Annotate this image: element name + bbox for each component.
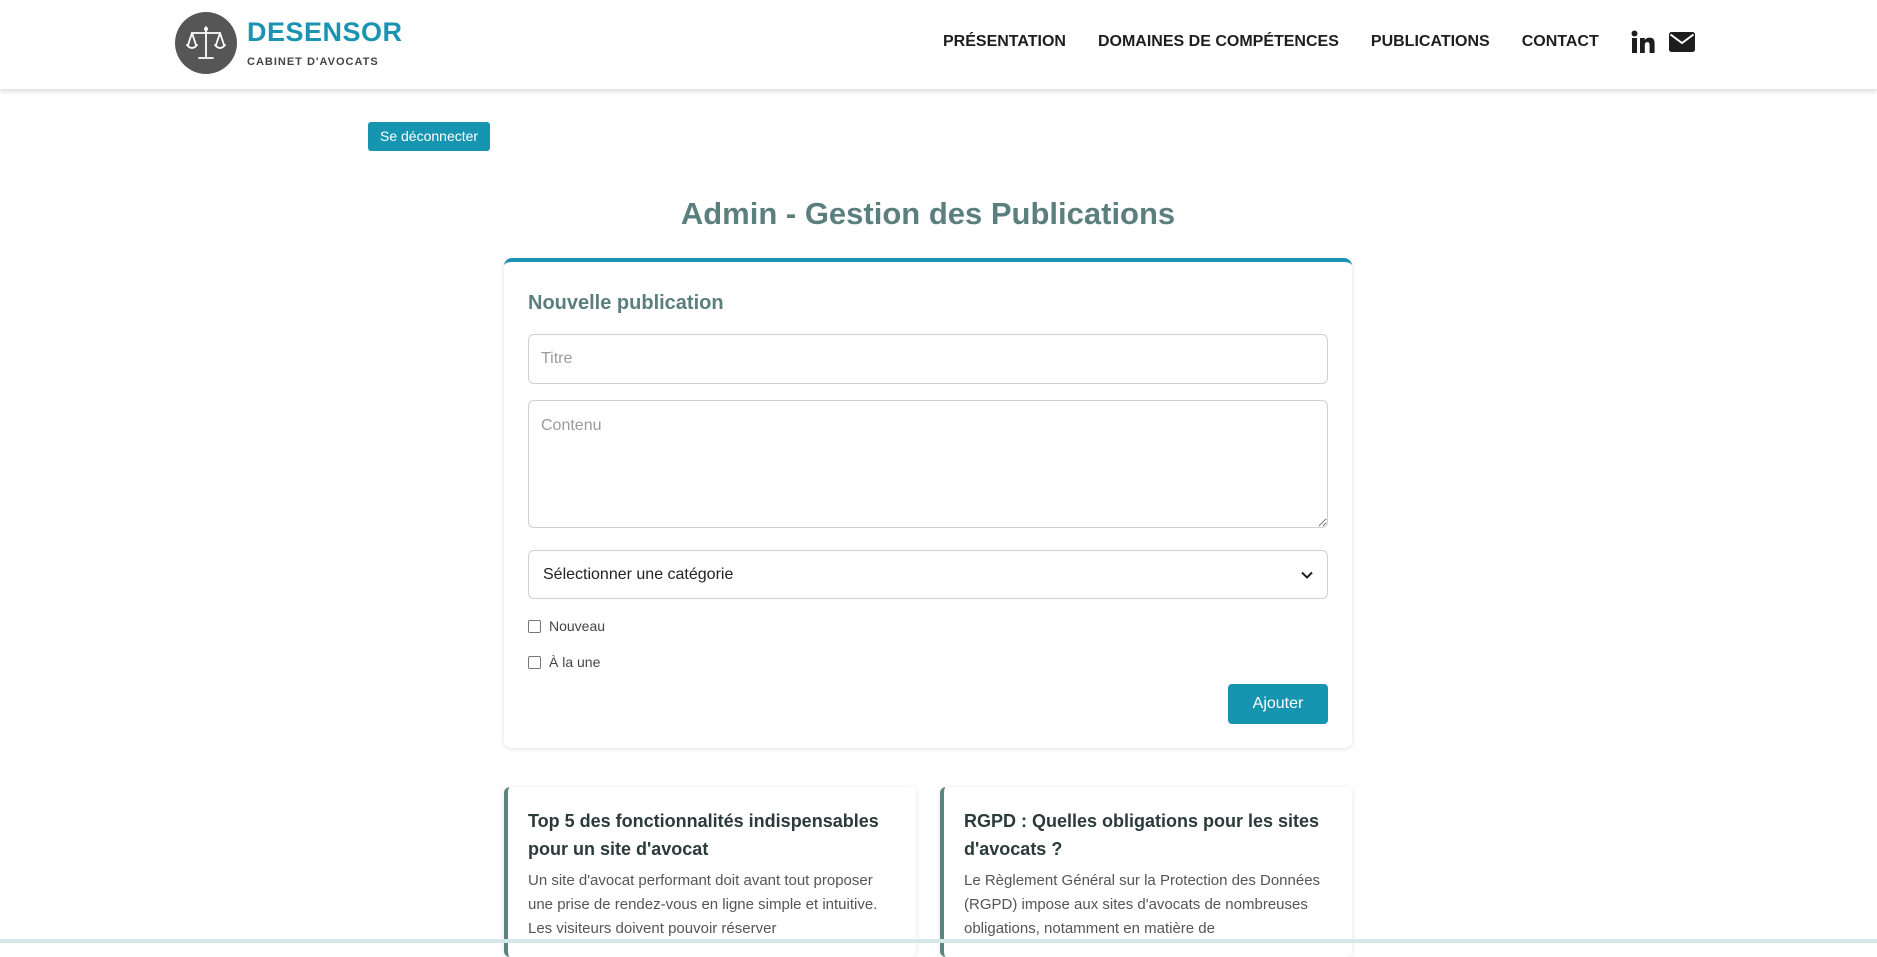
site-header: DESENSOR CABINET D'AVOCATS PRÉSENTATION … [0,0,1877,90]
publication-card[interactable]: RGPD : Quelles obligations pour les site… [940,787,1352,957]
bottom-divider [0,939,1877,943]
nav-item-domaines[interactable]: DOMAINES DE COMPÉTENCES [1098,33,1339,51]
checkbox-featured-row: À la une [528,654,600,670]
category-select-value: Sélectionner une catégorie [543,565,734,583]
new-publication-form: Nouvelle publication Sélectionner une ca… [504,258,1352,748]
checkbox-featured-label: À la une [549,654,601,670]
logout-button[interactable]: Se déconnecter [368,122,491,151]
page-title: Admin - Gestion des Publications [680,196,1176,231]
nav-item-publications[interactable]: PUBLICATIONS [1371,33,1490,51]
linkedin-icon[interactable] [1631,30,1655,54]
scales-of-justice-icon [175,12,237,74]
checkbox-new-row: Nouveau [528,618,605,634]
nav-item-contact[interactable]: CONTACT [1522,33,1599,51]
publication-title: RGPD : Quelles obligations pour les site… [964,811,1320,859]
form-heading: Nouvelle publication [528,292,724,314]
brand-name: DESENSOR [247,17,403,47]
main-nav: PRÉSENTATION DOMAINES DE COMPÉTENCES PUB… [943,30,1709,54]
publication-excerpt: Le Règlement Général sur la Protection d… [964,872,1321,937]
brand-logo[interactable]: DESENSOR CABINET D'AVOCATS [175,12,403,74]
title-input[interactable] [528,334,1328,384]
nav-item-presentation[interactable]: PRÉSENTATION [943,33,1066,51]
add-button[interactable]: Ajouter [1228,684,1328,724]
envelope-icon[interactable] [1668,32,1695,52]
publication-card[interactable]: Top 5 des fonctionnalités indispensables… [504,787,916,957]
checkbox-featured[interactable] [528,655,541,669]
publication-excerpt: Un site d'avocat performant doit avant t… [528,872,878,937]
publication-title: Top 5 des fonctionnalités indispensables… [528,811,879,859]
chevron-down-icon [1301,566,1313,584]
checkbox-new[interactable] [528,619,541,633]
checkbox-new-label: Nouveau [549,618,606,634]
brand-subtitle: CABINET D'AVOCATS [247,56,379,68]
content-textarea[interactable] [528,400,1328,528]
category-select[interactable]: Sélectionner une catégorie [528,550,1328,599]
